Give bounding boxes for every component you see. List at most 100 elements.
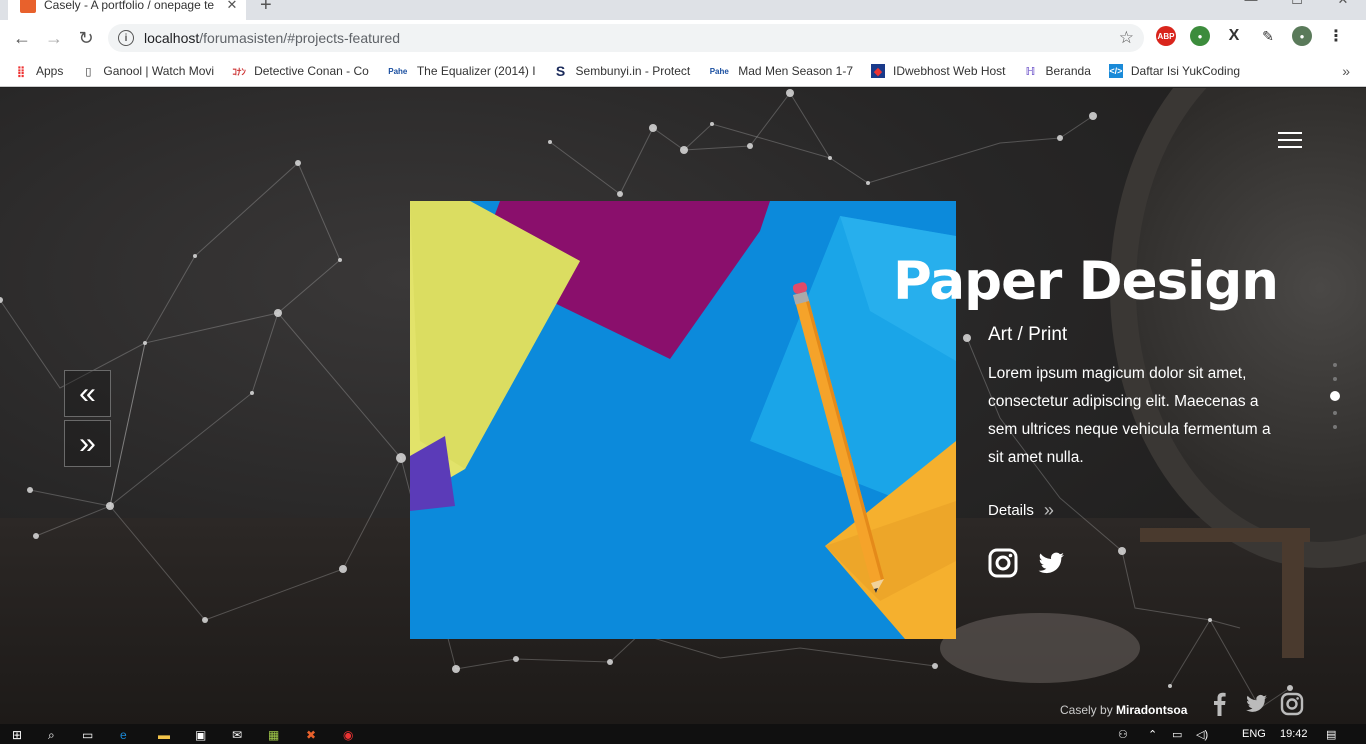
pahe-icon: Pahe (709, 66, 729, 76)
footer-socials (1208, 692, 1304, 716)
instagram-icon[interactable] (1280, 692, 1304, 716)
bookmark-idwebhost[interactable]: ◆ IDwebhost Web Host (871, 64, 1006, 78)
bookmarks-bar: ⣿ Apps ▯ Ganool | Watch Movi ｺﾅﾝ Detecti… (0, 56, 1366, 87)
project-socials (988, 548, 1066, 578)
bookmark-label: Detective Conan - Co (254, 64, 369, 78)
bookmark-label: Mad Men Season 1-7 (738, 64, 853, 78)
edge-browser-icon[interactable]: e (120, 728, 127, 742)
language-indicator[interactable]: ENG (1242, 728, 1266, 740)
xampp-icon[interactable]: ✖ (306, 728, 316, 742)
code-icon: </> (1108, 64, 1123, 78)
bookmark-detective-conan[interactable]: ｺﾅﾝ Detective Conan - Co (232, 64, 369, 78)
menu-kebab-icon[interactable]: ⋮ (1326, 26, 1346, 46)
portfolio-page: « » Paper Design Art / Print Lorem ipsum… (0, 88, 1366, 724)
reload-button[interactable]: ↻ (70, 22, 102, 54)
bookmark-label: Sembunyi.in - Protect (575, 64, 691, 78)
page-icon: ▯ (85, 65, 92, 78)
bookmark-sembunyi[interactable]: S Sembunyi.in - Protect (554, 63, 691, 79)
x-extension-icon[interactable]: X (1224, 26, 1244, 46)
extension-icons: ABP ● X ✎ ● ⋮ (1156, 26, 1346, 46)
bookmark-label: Daftar Isi YukCoding (1130, 64, 1241, 78)
forward-button[interactable]: → (38, 22, 70, 54)
project-category: Art / Print (988, 324, 1068, 345)
profile-avatar-icon[interactable]: ● (1292, 26, 1312, 46)
tab-title: Casely - A portfolio / onepage te (44, 0, 215, 12)
details-link[interactable]: Details » (988, 500, 1054, 521)
pagination-dot-active[interactable] (1330, 391, 1340, 401)
minimize-icon[interactable]: — (1228, 0, 1274, 8)
info-icon[interactable]: i (118, 30, 134, 46)
bookmark-equalizer[interactable]: Pahe The Equalizer (2014) I (387, 64, 536, 78)
bookmark-ganool[interactable]: ▯ Ganool | Watch Movi (81, 64, 214, 78)
casely-favicon-icon (20, 0, 36, 13)
mail-icon[interactable]: ✉ (232, 728, 242, 742)
pahe-icon: Pahe (388, 66, 408, 76)
window-controls: — ☐ ✕ (1228, 0, 1366, 8)
more-bookmarks-icon[interactable]: » (1342, 63, 1350, 79)
site-icon: ｺﾅﾝ (232, 66, 246, 77)
instagram-icon[interactable] (988, 548, 1018, 578)
prev-slide-button[interactable]: « (64, 370, 111, 417)
pagination-dot[interactable] (1333, 411, 1337, 415)
next-slide-button[interactable]: » (64, 420, 111, 467)
project-image[interactable] (410, 201, 956, 639)
bookmark-star-icon[interactable]: ☆ (1119, 28, 1134, 48)
maximize-icon[interactable]: ☐ (1274, 0, 1320, 8)
clock[interactable]: 19:42 (1280, 728, 1308, 740)
project-title: Paper Design (893, 251, 1279, 312)
bookmark-label: IDwebhost Web Host (893, 64, 1006, 78)
new-tab-button[interactable]: + (260, 0, 272, 17)
details-label: Details (988, 502, 1034, 519)
bookmark-label: Apps (36, 64, 64, 78)
store-icon[interactable]: ▣ (195, 728, 206, 742)
bookmark-beranda[interactable]: ℍ Beranda (1024, 64, 1091, 78)
apps-grid-icon: ⣿ (16, 65, 26, 78)
credit-author[interactable]: Miradontsoa (1116, 703, 1187, 717)
extension-globe-icon[interactable]: ● (1190, 26, 1210, 46)
beranda-icon: ℍ (1025, 65, 1036, 78)
search-icon[interactable]: ⌕ (48, 728, 55, 743)
browser-tab[interactable]: Casely - A portfolio / onepage te ✕ (8, 0, 246, 20)
windows-start-icon[interactable]: ⊞ (12, 728, 22, 742)
people-icon[interactable]: ⚇ (1118, 728, 1128, 741)
facebook-icon[interactable] (1208, 692, 1232, 716)
slide-pagination (1330, 363, 1340, 429)
bookmark-label: The Equalizer (2014) I (416, 64, 536, 78)
bookmark-label: Ganool | Watch Movi (103, 64, 215, 78)
twitter-icon[interactable] (1036, 548, 1066, 578)
chrome-icon[interactable]: ◉ (343, 728, 353, 742)
bookmark-mad-men[interactable]: Pahe Mad Men Season 1-7 (708, 64, 853, 78)
bookmark-apps[interactable]: ⣿ Apps (14, 64, 64, 78)
task-view-icon[interactable]: ▭ (82, 728, 93, 742)
bookmark-yukcoding[interactable]: </> Daftar Isi YukCoding (1108, 64, 1241, 78)
paper-envelopes-illustration (410, 201, 956, 639)
volume-icon[interactable]: ◁) (1196, 728, 1208, 741)
project-description: Lorem ipsum magicum dolor sit amet, cons… (988, 365, 1271, 466)
double-chevron-right-icon: » (1043, 500, 1054, 520)
footer-credit: Casely by Miradontsoa (1060, 703, 1187, 717)
double-chevron-left-icon: « (79, 376, 96, 410)
pagination-dot[interactable] (1333, 363, 1337, 367)
back-button[interactable]: ← (6, 22, 38, 54)
tab-strip: Casely - A portfolio / onepage te ✕ + — … (0, 0, 1366, 20)
s-icon: S (555, 63, 566, 79)
close-window-icon[interactable]: ✕ (1320, 0, 1366, 8)
file-explorer-icon[interactable]: ▬ (158, 728, 170, 742)
app-icon[interactable]: ▦ (268, 728, 279, 742)
tray-chevron-up-icon[interactable]: ⌃ (1148, 728, 1157, 741)
address-bar[interactable]: i localhost /forumasisten/#projects-feat… (108, 24, 1144, 52)
hamburger-menu-icon[interactable] (1278, 132, 1302, 148)
close-tab-icon[interactable]: ✕ (224, 0, 240, 13)
pagination-dot[interactable] (1333, 377, 1337, 381)
browser-toolbar: ← → ↻ i localhost /forumasisten/#project… (0, 20, 1366, 56)
bookmark-label: Beranda (1045, 64, 1091, 78)
idwebhost-icon: ◆ (871, 64, 885, 78)
twitter-icon[interactable] (1244, 692, 1268, 716)
battery-icon[interactable]: ▭ (1172, 728, 1182, 741)
notifications-icon[interactable]: ▤ (1326, 728, 1336, 741)
windows-taskbar: ⊞ ⌕ ▭ e ▬ ▣ ✉ ▦ ✖ ◉ ⚇ ⌃ ▭ ◁) ENG 19:42 ▤ (0, 724, 1366, 744)
double-chevron-right-icon: » (79, 426, 96, 460)
adblock-plus-icon[interactable]: ABP (1156, 26, 1176, 46)
eyedropper-icon[interactable]: ✎ (1258, 26, 1278, 46)
pagination-dot[interactable] (1333, 425, 1337, 429)
